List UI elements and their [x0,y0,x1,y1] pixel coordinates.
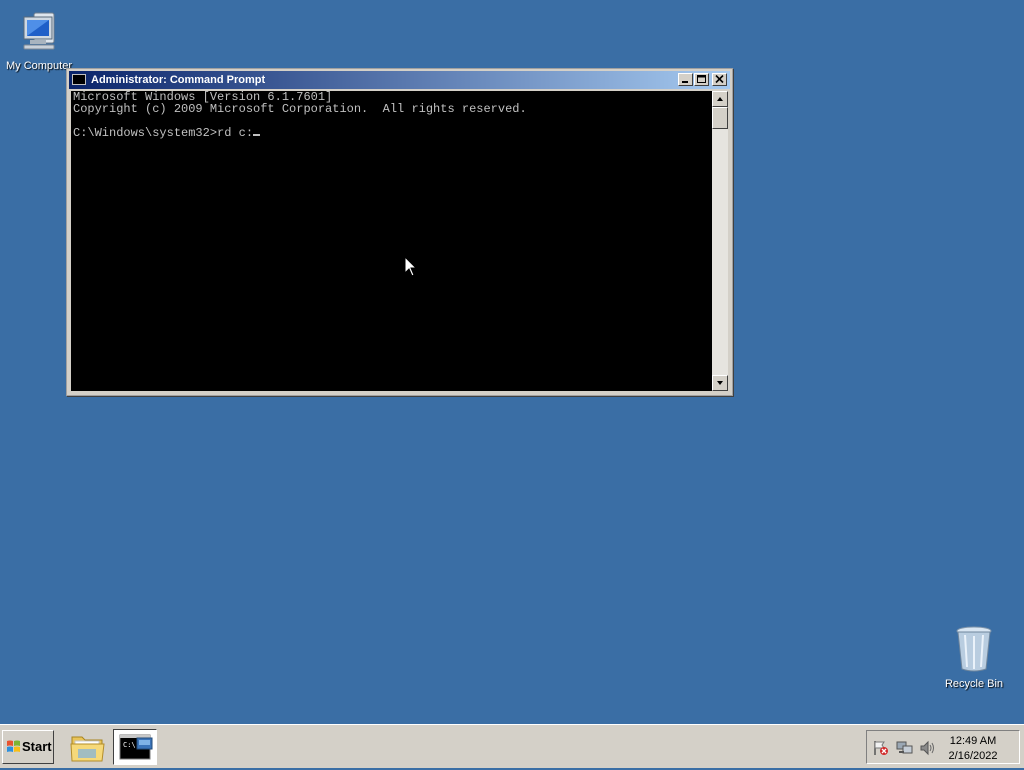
taskbar: Start C:\ 12:49 AM 2/16/2022 [0,724,1024,768]
desktop-icon-my-computer[interactable]: My Computer [1,9,77,72]
clock-date: 2/16/2022 [948,750,998,762]
chevron-down-icon [717,381,723,385]
action-center-flag-icon[interactable] [872,740,890,756]
clock[interactable]: 12:49 AM 2/16/2022 [943,734,1003,764]
scroll-down-button[interactable] [712,375,728,391]
maximize-button[interactable] [694,73,709,86]
cmd-icon [72,74,86,85]
close-button[interactable] [712,73,727,86]
recycle-bin-icon [956,626,992,672]
scroll-up-button[interactable] [712,91,728,107]
window-titlebar[interactable]: Administrator: Command Prompt [69,71,730,89]
console-input[interactable]: C:\Windows\system32>rd c: [73,126,253,140]
windows-flag-icon [7,740,20,752]
taskbar-button-explorer[interactable] [66,729,110,765]
minimize-button[interactable] [678,73,693,86]
start-button[interactable]: Start [2,730,54,764]
console-prompt-line[interactable]: C:\Windows\system32>rd c: [71,127,712,139]
volume-icon[interactable] [919,740,937,756]
folder-icon [70,736,105,762]
network-icon[interactable] [896,740,914,756]
computer-icon [23,12,55,50]
console-line: Copyright (c) 2009 Microsoft Corporation… [73,102,527,116]
svg-text:C:\: C:\ [123,741,136,749]
desktop: My Computer Recycle Bin Administrator: C… [0,0,1024,724]
start-label: Start [22,739,52,754]
console-output[interactable]: Microsoft Windows [Version 6.1.7601] Cop… [71,91,712,391]
text-cursor [253,134,261,136]
desktop-icon-recycle-bin[interactable]: Recycle Bin [936,625,1012,690]
minimize-icon [682,81,688,83]
window-title: Administrator: Command Prompt [91,74,266,86]
command-prompt-window[interactable]: Administrator: Command Prompt Microsoft … [66,68,733,396]
maximize-icon [697,75,706,83]
scroll-thumb[interactable] [712,107,728,129]
show-desktop-icon[interactable] [136,735,153,751]
clock-time: 12:49 AM [949,735,997,747]
system-tray: 12:49 AM 2/16/2022 [866,730,1020,764]
mouse-pointer-icon [404,256,418,277]
desktop-icon-label: Recycle Bin [944,678,1004,690]
vertical-scrollbar[interactable] [712,91,728,391]
chevron-up-icon [717,97,723,101]
close-icon [715,75,724,84]
